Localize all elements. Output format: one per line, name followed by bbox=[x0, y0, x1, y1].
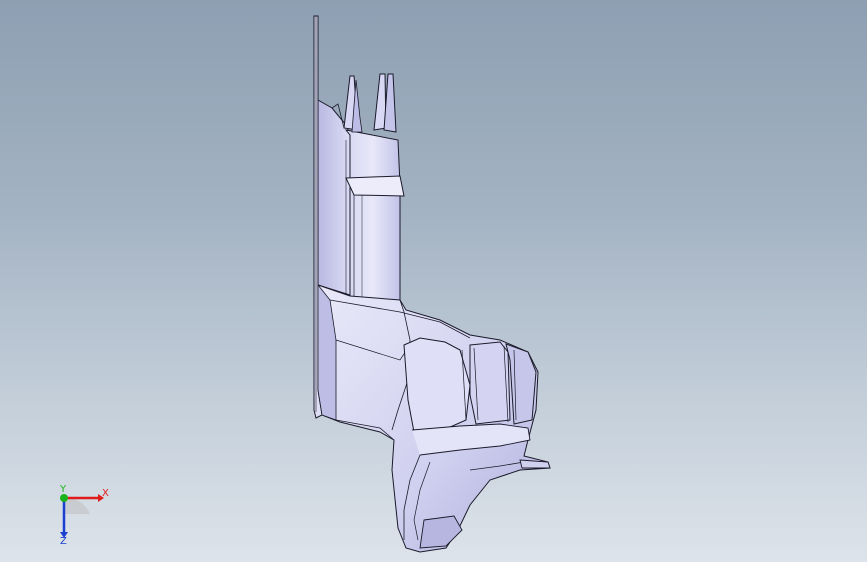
lower-body bbox=[317, 283, 551, 553]
z-axis-label: Z bbox=[60, 536, 67, 544]
y-axis-label: Y bbox=[59, 484, 67, 495]
graphics-viewport[interactable]: X Y Z bbox=[0, 0, 867, 562]
y-axis-dot bbox=[60, 494, 68, 502]
part-model[interactable] bbox=[0, 0, 867, 562]
triad-plane-shading bbox=[64, 497, 90, 514]
x-axis-label: X bbox=[102, 488, 109, 499]
orientation-triad: X Y Z bbox=[44, 478, 114, 547]
